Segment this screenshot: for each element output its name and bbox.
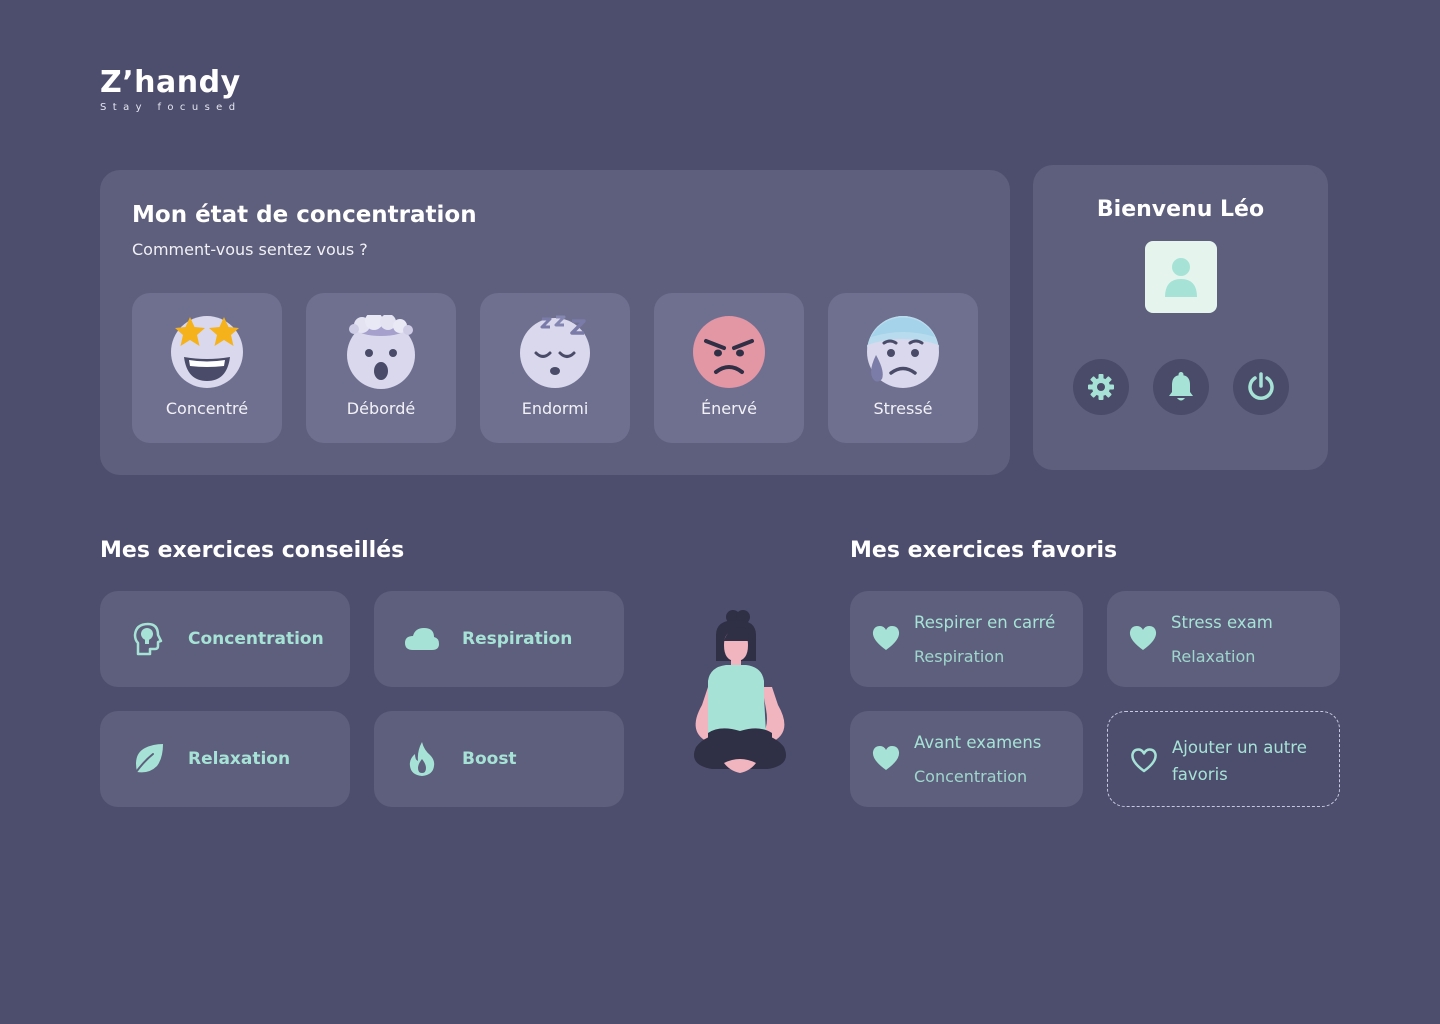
anxious-sweat-face-icon <box>867 316 939 388</box>
welcome-title: Bienvenu Léo <box>1096 197 1265 222</box>
exercise-label: Boost <box>462 749 517 769</box>
heart-icon <box>872 626 900 650</box>
mood-option-endormi[interactable]: Endormi <box>480 293 630 443</box>
angry-face-icon <box>693 316 765 388</box>
meditation-illustration <box>694 610 786 773</box>
settings-icon <box>1088 374 1114 400</box>
favorite-item[interactable]: Stress exam Relaxation <box>1107 591 1340 687</box>
exercise-label: Concentration <box>188 629 324 649</box>
favorite-name: Respirer en carré <box>914 613 1056 632</box>
exercise-concentration[interactable]: Concentration <box>100 591 350 687</box>
mood-label: Énervé <box>701 399 757 418</box>
favorites-title: Mes exercices favoris <box>850 538 1118 563</box>
account-actions <box>1073 359 1289 415</box>
bell-icon <box>1169 372 1193 401</box>
mood-options: Concentré Débordé Endormi Énervé Stressé <box>132 293 978 443</box>
brand-tagline: Stay focused <box>100 102 242 113</box>
mood-label: Débordé <box>346 399 416 418</box>
mood-label: Stressé <box>873 399 933 418</box>
flame-icon <box>404 741 440 777</box>
user-icon <box>1165 258 1197 297</box>
heart-outline-icon <box>1131 748 1157 773</box>
heart-icon <box>1129 626 1157 650</box>
mood-option-deborde[interactable]: Débordé <box>306 293 456 443</box>
exercise-respiration[interactable]: Respiration <box>374 591 624 687</box>
exercise-label: Respiration <box>462 629 573 649</box>
notifications-button[interactable] <box>1153 359 1209 415</box>
mood-option-concentre[interactable]: Concentré <box>132 293 282 443</box>
exercise-relaxation[interactable]: Relaxation <box>100 711 350 807</box>
exploding-head-icon <box>347 315 415 389</box>
favorite-item[interactable]: Avant examens Concentration <box>850 711 1083 807</box>
power-icon <box>1248 372 1274 400</box>
heart-icon <box>872 746 900 770</box>
mood-label: Endormi <box>521 399 589 418</box>
brand-logo[interactable]: Z’handy Stay focused <box>100 65 242 114</box>
sleeping-face-icon <box>520 315 590 388</box>
brand-name: Z’handy <box>100 65 241 100</box>
favorite-name: Stress exam <box>1171 613 1273 632</box>
favorite-category: Relaxation <box>1171 647 1256 666</box>
recommended-title: Mes exercices conseillés <box>100 538 405 563</box>
head-brain-icon <box>130 621 166 657</box>
mood-option-enerve[interactable]: Énervé <box>654 293 804 443</box>
mood-option-stresse[interactable]: Stressé <box>828 293 978 443</box>
leaf-icon <box>130 741 166 777</box>
exercise-boost[interactable]: Boost <box>374 711 624 807</box>
favorite-name: Avant examens <box>914 733 1042 752</box>
cloud-icon <box>404 621 440 657</box>
add-favorite-label: Ajouter un autre favoris <box>1172 738 1307 784</box>
exercise-label: Relaxation <box>188 749 291 769</box>
mood-subtitle: Comment-vous sentez vous ? <box>132 240 368 259</box>
settings-button[interactable] <box>1073 359 1129 415</box>
welcome-panel: Bienvenu Léo <box>1033 165 1328 470</box>
mood-label: Concentré <box>165 399 249 418</box>
favorite-item[interactable]: Respirer en carré Respiration <box>850 591 1083 687</box>
favorite-category: Concentration <box>914 767 1028 786</box>
avatar[interactable] <box>1145 241 1217 313</box>
logout-button[interactable] <box>1233 359 1289 415</box>
add-favorite-button[interactable]: Ajouter un autre favoris <box>1107 711 1340 807</box>
mood-panel: Mon état de concentration Comment-vous s… <box>100 170 1010 475</box>
star-struck-face-icon <box>171 316 243 388</box>
mood-title: Mon état de concentration <box>132 202 477 228</box>
favorite-category: Respiration <box>914 647 1005 666</box>
